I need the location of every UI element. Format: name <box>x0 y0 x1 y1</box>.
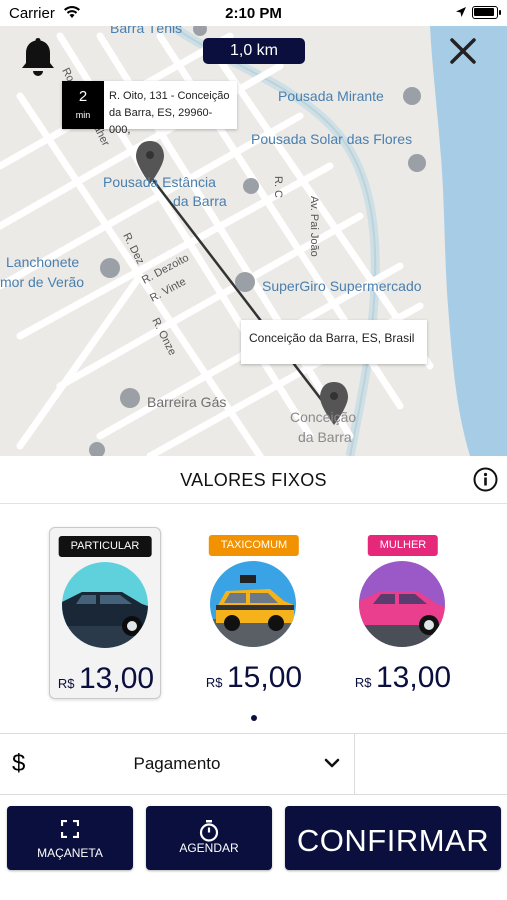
map-label-street: Av. Pai João <box>308 196 320 257</box>
schedule-button[interactable]: AGENDAR <box>146 806 272 870</box>
map-label-place: mor de Verão <box>0 274 85 290</box>
map-label-place: da Barra <box>173 193 227 209</box>
eta-box: 2 min <box>62 81 104 129</box>
expand-icon <box>7 820 133 838</box>
distance-badge: 1,0 km <box>203 38 305 64</box>
handle-label: MAÇANETA <box>37 846 103 860</box>
map-label-place: Barreira Gás <box>147 394 227 410</box>
destination-callout: Conceição da Barra, ES, Brasil <box>241 320 427 364</box>
origin-address: R. Oito, 131 - Conceição da Barra, ES, 2… <box>109 90 230 136</box>
currency-symbol: R$ <box>205 675 223 690</box>
chevron-down-icon <box>324 758 340 768</box>
bell-icon[interactable] <box>20 36 56 78</box>
map-label-place: da Barra <box>298 429 352 445</box>
close-icon[interactable] <box>448 36 478 66</box>
currency-symbol: R$ <box>57 676 75 691</box>
ride-badge: PARTICULAR <box>58 536 152 557</box>
origin-callout: 2 min R. Oito, 131 - Conceição da Barra,… <box>62 81 237 136</box>
map-label-place: Pousada Mirante <box>278 88 384 104</box>
info-icon[interactable] <box>473 467 498 492</box>
map-label-place: Lanchonete <box>6 254 80 270</box>
payment-label: Pagamento <box>133 754 221 773</box>
map-label-place: Conceição <box>290 409 357 425</box>
map-view[interactable]: Barra Tênis Pousada Mirante Pousada Sola… <box>0 26 507 456</box>
price-value: 15,00 <box>227 661 303 694</box>
map-label-street: R. C <box>272 176 284 198</box>
car-dark-icon <box>62 562 148 648</box>
dollar-icon: $ <box>12 750 26 777</box>
confirm-label: CONFIRMAR <box>296 823 490 858</box>
page-indicator-dot[interactable] <box>251 715 257 721</box>
ride-option-mulher[interactable]: MULHER R$ 13,00 <box>347 527 459 699</box>
payment-row: $ Pagamento <box>0 733 507 795</box>
eta-value: 2 <box>78 88 88 105</box>
ride-badge: MULHER <box>367 535 439 556</box>
eta-unit: min <box>75 110 91 120</box>
map-label-place: Pousada Estância <box>103 174 216 190</box>
battery-tip <box>499 10 501 15</box>
battery-icon <box>472 6 498 19</box>
schedule-label: AGENDAR <box>179 841 239 855</box>
ride-price: R$ 13,00 <box>347 661 459 695</box>
map-label-place: SuperGiro Supermercado <box>262 278 422 294</box>
ride-badge: TAXICOMUM <box>208 535 300 556</box>
fixed-values-header: VALORES FIXOS <box>0 456 507 504</box>
stopwatch-icon <box>146 820 272 842</box>
status-bar: Carrier 2:10 PM <box>0 0 507 26</box>
ride-option-particular[interactable]: PARTICULAR R$ 13,00 <box>49 527 161 699</box>
price-value: 13,00 <box>376 661 452 694</box>
map-label-place: Barra Tênis <box>110 26 183 36</box>
payment-divider <box>354 734 355 794</box>
clock-time: 2:10 PM <box>225 5 282 22</box>
handle-button[interactable]: MAÇANETA <box>7 806 133 870</box>
ride-option-taxicomum[interactable]: TAXICOMUM R$ 15,00 <box>198 527 310 699</box>
fixed-values-title: VALORES FIXOS <box>180 470 327 490</box>
ride-price: R$ 15,00 <box>198 661 310 695</box>
payment-select[interactable]: Pagamento <box>44 734 354 794</box>
ride-price: R$ 13,00 <box>50 662 162 696</box>
ride-options: PARTICULAR R$ 13,00 TAXICOMUM R$ 15,00 M… <box>0 505 507 733</box>
pink-car-icon <box>359 561 445 647</box>
currency-symbol: R$ <box>354 675 372 690</box>
taxi-car-icon <box>210 561 296 647</box>
price-value: 13,00 <box>79 662 155 695</box>
map-label-place: Pousada Solar das Flores <box>251 131 413 147</box>
location-arrow-icon <box>456 7 466 17</box>
confirm-button[interactable]: CONFIRMAR <box>285 806 501 870</box>
